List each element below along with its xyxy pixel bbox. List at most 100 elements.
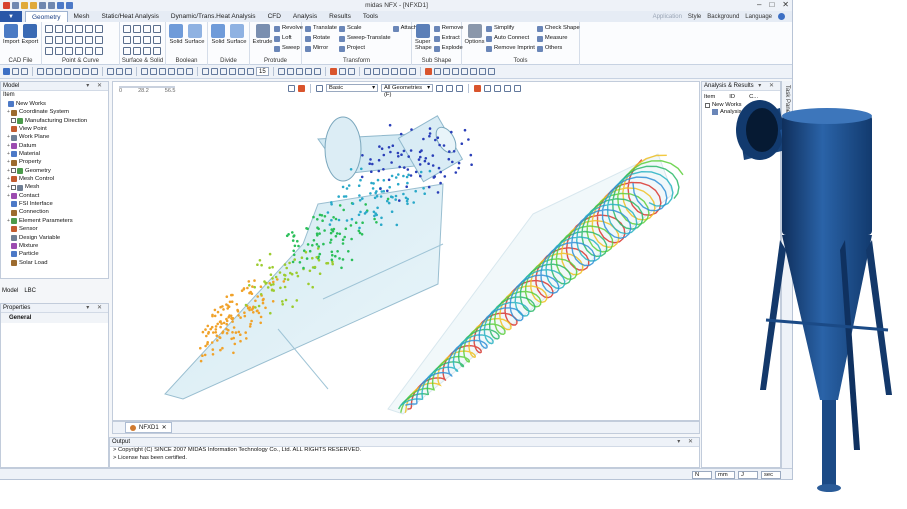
tree-item[interactable]: + Geometry [1, 167, 108, 175]
arrow-diagonal-icon[interactable] [238, 68, 245, 75]
select-element-icon[interactable] [504, 84, 511, 92]
tree-item[interactable]: Connection [1, 208, 108, 216]
tree-item[interactable]: + Property [1, 158, 108, 166]
view-cube-icon[interactable] [288, 84, 295, 92]
spline-icon[interactable] [95, 25, 103, 33]
chamfer-icon[interactable] [65, 47, 73, 55]
background-menu[interactable]: Background [707, 14, 739, 20]
shading-icon[interactable] [286, 68, 294, 75]
table-icon[interactable] [390, 68, 398, 75]
face-icon[interactable] [123, 47, 131, 55]
select-icon[interactable] [3, 68, 10, 75]
arc-icon[interactable] [75, 25, 83, 33]
hide-icon[interactable] [329, 68, 337, 75]
zoom-step-field[interactable]: 15 [256, 67, 269, 76]
tree-item[interactable]: View Point [1, 125, 108, 133]
tree-item[interactable]: Design Variable [1, 234, 108, 242]
polygon-icon[interactable] [65, 36, 73, 44]
tab-analysis[interactable]: Analysis [287, 11, 323, 22]
filter-icon[interactable] [21, 68, 28, 75]
rotate-view-icon[interactable] [73, 68, 80, 75]
scale-button[interactable]: Scale [338, 24, 391, 33]
tab-model[interactable]: Model [2, 288, 18, 294]
tree-item[interactable]: Sensor [1, 225, 108, 233]
probe-icon[interactable] [451, 68, 459, 75]
tree-item[interactable]: + Coordinate System [1, 108, 108, 116]
minimize-button[interactable]: – [757, 0, 761, 9]
plane-icon[interactable] [153, 36, 161, 44]
sweep-translate-button[interactable]: Sweep-Translate [338, 34, 391, 43]
zoom-window-icon[interactable] [46, 68, 53, 75]
torus-icon[interactable] [123, 36, 131, 44]
view-style-select[interactable]: Basic ▾ [326, 84, 378, 92]
simplify-button[interactable]: Simplify [486, 24, 535, 33]
close-tab-icon[interactable]: ✕ [162, 424, 167, 431]
geometry-filter-select[interactable]: All Geometries (F) ▾ [381, 84, 433, 98]
tree-item[interactable]: Mixture [1, 242, 108, 250]
measure-tool-icon[interactable] [399, 68, 407, 75]
zoom-icon[interactable] [37, 68, 44, 75]
arrow-left-icon[interactable] [202, 68, 209, 75]
others-button[interactable]: Others [536, 44, 580, 53]
maximize-button[interactable]: □ [769, 0, 774, 9]
snap-icon[interactable] [116, 68, 123, 75]
tree-checkbox[interactable] [11, 185, 16, 191]
node-display-icon[interactable] [372, 68, 380, 75]
extract-button[interactable]: Extract [433, 34, 464, 43]
arrow-rotate-icon[interactable] [247, 68, 254, 75]
sweep-button[interactable]: Sweep [274, 44, 303, 53]
animation-icon[interactable] [460, 68, 468, 75]
tree-item[interactable]: Particle [1, 250, 108, 258]
shape-color-icon[interactable] [298, 84, 305, 92]
tab-geometry[interactable]: Geometry [25, 11, 68, 22]
tab-static-heat-analysis[interactable]: Static/Heat Analysis [95, 11, 164, 22]
selection-lasso-icon[interactable] [446, 84, 453, 92]
tab-dynamic-trans-heat-analysis[interactable]: Dynamic/Trans.Heat Analysis [165, 11, 262, 22]
cut-icon[interactable] [85, 47, 93, 55]
tab-mesh[interactable]: Mesh [68, 11, 96, 22]
tree-item[interactable]: New Works [1, 100, 108, 108]
view-left-icon[interactable] [177, 68, 184, 75]
view-top-icon[interactable] [159, 68, 166, 75]
expand-icon[interactable] [705, 102, 710, 108]
graph-icon[interactable] [478, 68, 486, 75]
panel-controls[interactable]: ▾ ✕ [677, 438, 696, 447]
result-icon[interactable] [424, 68, 432, 75]
grid-icon[interactable] [107, 68, 114, 75]
tree-item[interactable]: + Datum [1, 142, 108, 150]
circle-icon[interactable] [45, 36, 53, 44]
transparent-icon[interactable] [313, 68, 321, 75]
patch-icon[interactable] [153, 47, 161, 55]
remove-imprint-button[interactable]: Remove Imprint [486, 44, 535, 53]
tree-item[interactable]: + Mesh [1, 183, 108, 191]
properties-section-general[interactable]: General [1, 313, 108, 323]
line-icon[interactable] [55, 25, 63, 33]
document-tab-nfxd1[interactable]: NFXD1 ✕ [125, 422, 172, 433]
tree-item[interactable]: + Element Parameters [1, 217, 108, 225]
rectangle-icon[interactable] [55, 36, 63, 44]
application-menu-button[interactable]: ▼ [0, 11, 22, 22]
show-all-icon[interactable] [347, 68, 355, 75]
point-icon[interactable] [45, 25, 53, 33]
tree-checkbox[interactable] [11, 118, 16, 124]
selection-box-icon[interactable] [436, 84, 443, 92]
style-menu[interactable]: Style [688, 14, 701, 20]
rotate-button[interactable]: Rotate [305, 34, 337, 43]
language-menu[interactable]: Language [745, 14, 772, 20]
edit-icon[interactable] [487, 68, 495, 75]
view-front-icon[interactable] [141, 68, 148, 75]
tab-cfd[interactable]: CFD [262, 11, 287, 22]
ellipse-icon[interactable] [75, 36, 83, 44]
report-icon[interactable] [469, 68, 477, 75]
prism-icon[interactable] [143, 36, 151, 44]
show-icon[interactable] [338, 68, 346, 75]
measure-button[interactable]: Measure [536, 34, 580, 43]
box-icon[interactable] [123, 25, 131, 33]
translate-button[interactable]: Translate [305, 24, 337, 33]
tree-item[interactable]: Manufacturing Direction [1, 117, 108, 125]
select-mode-icon[interactable] [12, 68, 19, 75]
solid-icon[interactable] [143, 47, 151, 55]
arrow-up-icon[interactable] [220, 68, 227, 75]
close-button[interactable]: ✕ [782, 0, 789, 9]
sphere-icon[interactable] [153, 25, 161, 33]
